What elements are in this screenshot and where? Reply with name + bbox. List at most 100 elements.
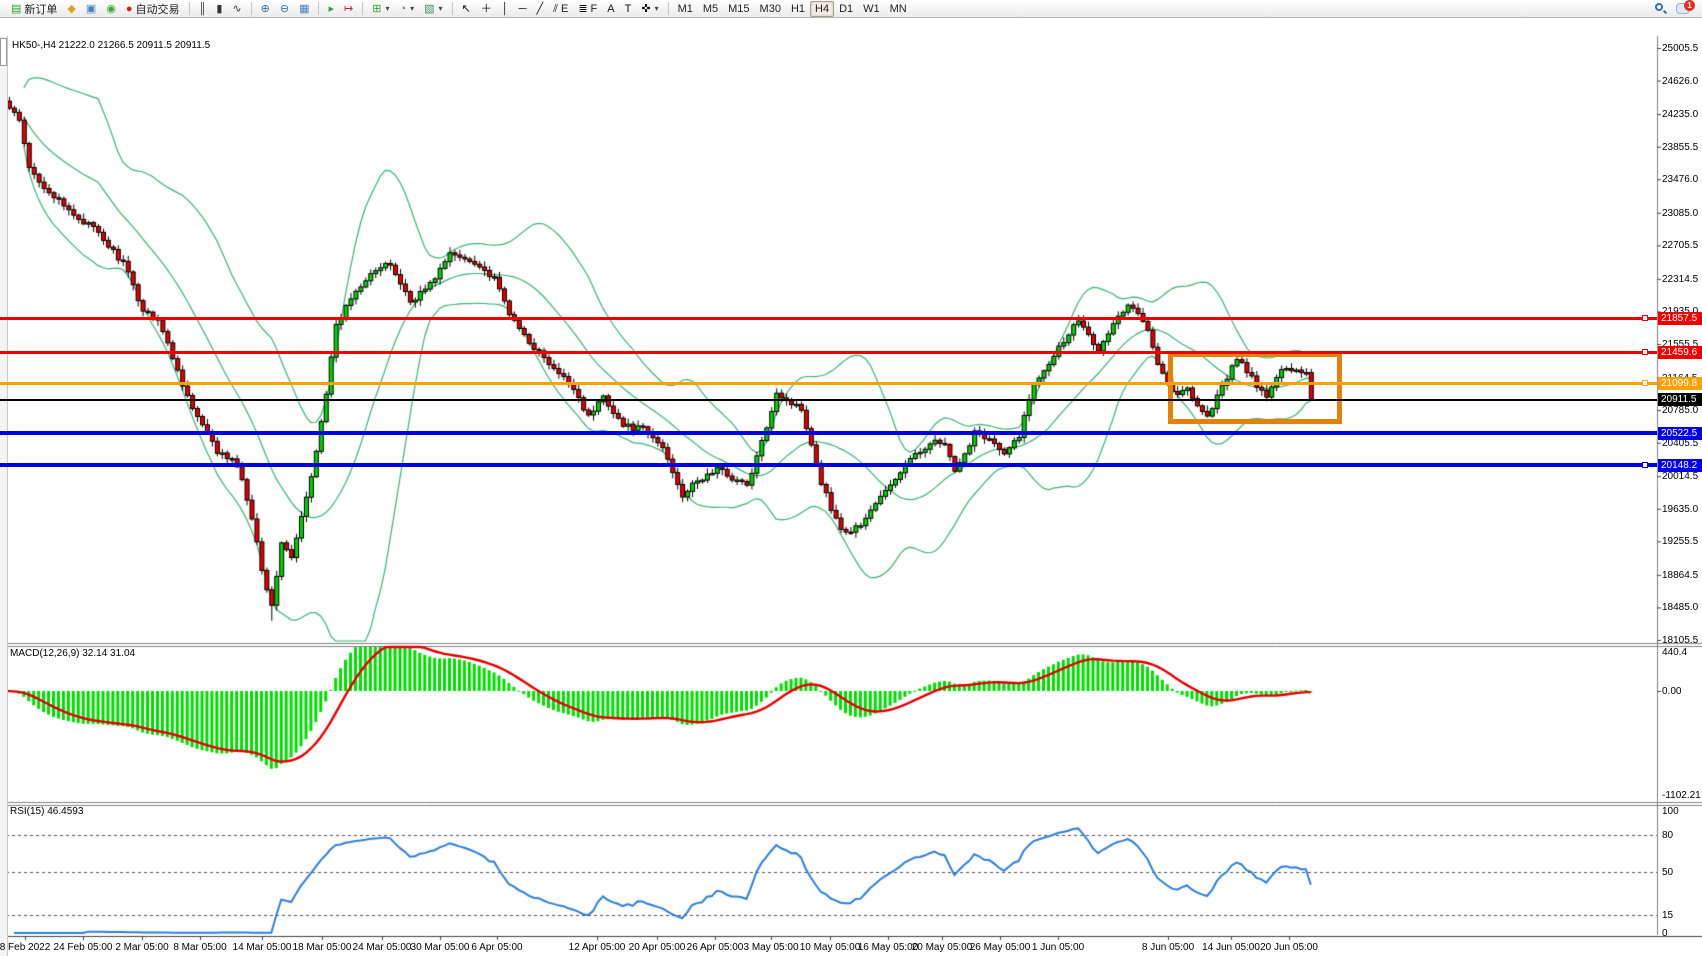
toolbar-separator — [668, 2, 669, 15]
price-axis-tick: 19255.5 — [1662, 536, 1698, 547]
auto-scroll-button[interactable]: ▸ — [323, 1, 339, 17]
fibonacci-tool[interactable]: ≣F — [573, 1, 602, 17]
timeframe-button-m15[interactable]: M15 — [723, 1, 754, 17]
timeframe-button-d1[interactable]: D1 — [834, 1, 858, 17]
timeframe-button-h4[interactable]: H4 — [810, 1, 834, 17]
autotrading-button-glyph: ● — [126, 2, 133, 16]
terminal-window-icon[interactable]: ▣ — [81, 1, 101, 17]
periods-dropdown[interactable]: ◔▾ — [394, 1, 419, 17]
time-axis-tick: 16 May 05:00 — [858, 942, 919, 953]
toolbar-separator — [251, 2, 252, 15]
vertical-line-tool[interactable]: │ — [497, 1, 514, 17]
new-order-button-label: 新订单 — [24, 1, 57, 17]
toolbar-button-groups: ▤新订单◆▣◉●自动交易║▮∿⊕⊖▦▸↦⊞▾◔▾▧▾↖＋│─╱⫽E≣FAT✜▾ — [6, 1, 664, 17]
horizontal-line-tool-glyph: ─ — [519, 2, 527, 16]
time-axis-tick: 20 Jun 05:00 — [1260, 942, 1318, 953]
crosshair-tool[interactable]: ＋ — [476, 1, 497, 17]
candlestick-chart-icon[interactable]: ▮ — [211, 1, 227, 17]
timeframe-button-m5[interactable]: M5 — [698, 1, 723, 17]
tile-windows-icon[interactable]: ▦ — [294, 1, 314, 17]
periods-dropdown-glyph: ◔ — [399, 2, 406, 16]
price-axis-tick: 23085.0 — [1662, 208, 1698, 219]
price-axis-tick: 22705.5 — [1662, 240, 1698, 251]
zoom-in-button-glyph: ⊕ — [261, 2, 270, 16]
time-axis-tick: 8 Jun 05:00 — [1142, 942, 1194, 953]
arrows-dropdown-glyph: ✜ — [641, 2, 650, 16]
new-order-button[interactable]: ▤新订单 — [6, 1, 62, 17]
fibonacci-tool-label: F — [591, 3, 598, 15]
macd-axis-tick: -1102.21 — [1662, 790, 1701, 801]
search-icon[interactable] — [1655, 3, 1666, 14]
horizontal-line-tool[interactable]: ─ — [514, 1, 532, 17]
time-axis-tick: 2 Mar 05:00 — [115, 942, 168, 953]
indicators-dropdown[interactable]: ⊞▾ — [367, 1, 394, 17]
line-chart-icon-glyph: ∿ — [232, 2, 241, 16]
pivot-line[interactable] — [0, 382, 1657, 385]
toolbar-separator — [362, 2, 363, 15]
search-handle — [1663, 10, 1667, 14]
templates-dropdown[interactable]: ▧▾ — [419, 1, 447, 17]
price-axis-tick: 23476.0 — [1662, 174, 1698, 185]
timeframe-button-h1[interactable]: H1 — [786, 1, 810, 17]
dropdown-caret-icon: ▾ — [439, 4, 443, 13]
metaeditor-icon[interactable]: ◆ — [62, 1, 80, 17]
time-axis-tick: 3 May 05:00 — [743, 942, 798, 953]
support-line-2-handle[interactable] — [1642, 462, 1648, 468]
price-axis-tick: 18485.0 — [1662, 602, 1698, 613]
channel-tool-label: E — [561, 3, 568, 15]
trendline-tool[interactable]: ╱ — [531, 1, 548, 17]
indicators-dropdown-glyph: ⊞ — [372, 2, 381, 16]
left-panel-tab[interactable] — [0, 38, 7, 66]
chat-icon[interactable]: 1 — [1676, 3, 1690, 14]
consolidation-rectangle[interactable] — [1168, 352, 1342, 424]
rsi-axis-tick: 80 — [1662, 830, 1673, 841]
rsi-axis-tick: 50 — [1662, 867, 1673, 878]
left-panel-edge — [0, 36, 8, 956]
price-axis-tick: 25005.5 — [1662, 43, 1698, 54]
zoom-out-button-glyph: ⊖ — [280, 2, 289, 16]
search-lens — [1655, 3, 1663, 11]
autotrading-button-label: 自动交易 — [136, 1, 180, 17]
zoom-in-button[interactable]: ⊕ — [256, 1, 275, 17]
timeframe-button-m30[interactable]: M30 — [755, 1, 786, 17]
zoom-out-button[interactable]: ⊖ — [275, 1, 294, 17]
toolbar-separator — [452, 2, 453, 15]
time-axis-tick: 8 Feb 2022 — [0, 942, 50, 953]
cursor-tool[interactable]: ↖ — [457, 1, 476, 17]
line-chart-icon[interactable]: ∿ — [227, 1, 246, 17]
text-label-tool[interactable]: T — [620, 1, 637, 17]
price-axis-tick: 24626.0 — [1662, 76, 1698, 87]
resistance-line-1[interactable] — [0, 317, 1657, 320]
timeframe-button-m1[interactable]: M1 — [673, 1, 698, 17]
channel-tool[interactable]: ⫽E — [548, 1, 573, 17]
time-axis-tick: 10 May 05:00 — [800, 942, 861, 953]
support-line-2[interactable] — [0, 463, 1657, 467]
support-line-1[interactable] — [0, 431, 1657, 435]
vertical-line-tool-glyph: │ — [502, 2, 509, 16]
timeframe-button-mn[interactable]: MN — [885, 1, 912, 17]
signals-icon[interactable]: ◉ — [101, 1, 121, 17]
pivot-line-price-tag: 21099.8 — [1658, 377, 1702, 390]
current-price-tag: 20911.5 — [1658, 393, 1702, 406]
bar-chart-icon[interactable]: ║ — [194, 1, 212, 17]
resistance-line-1-handle[interactable] — [1642, 315, 1648, 321]
price-axis-tick: 22314.5 — [1662, 274, 1698, 285]
current-price-line — [0, 399, 1657, 401]
pivot-line-handle[interactable] — [1642, 380, 1648, 386]
time-axis-tick: 26 May 05:00 — [970, 942, 1031, 953]
price-axis-tick: 18105.5 — [1662, 635, 1698, 646]
autotrading-button[interactable]: ●自动交易 — [121, 1, 185, 17]
text-tool[interactable]: A — [602, 1, 619, 17]
chart-shift-button-glyph: ↦ — [344, 2, 353, 16]
metaeditor-icon-glyph: ◆ — [67, 2, 75, 16]
chart-shift-button[interactable]: ↦ — [339, 1, 358, 17]
timeframe-button-w1[interactable]: W1 — [858, 1, 885, 17]
arrows-dropdown[interactable]: ✜▾ — [636, 1, 663, 17]
resistance-line-2-handle[interactable] — [1642, 349, 1648, 355]
support-line-2-price-tag: 20148.2 — [1658, 459, 1702, 472]
macd-axis-tick: 0.00 — [1662, 686, 1681, 697]
chart-canvas[interactable] — [0, 18, 1702, 956]
resistance-line-2[interactable] — [0, 351, 1657, 354]
support-line-1-price-tag: 20522.5 — [1658, 427, 1702, 440]
rsi-indicator-label: RSI(15) 46.4593 — [10, 806, 83, 817]
